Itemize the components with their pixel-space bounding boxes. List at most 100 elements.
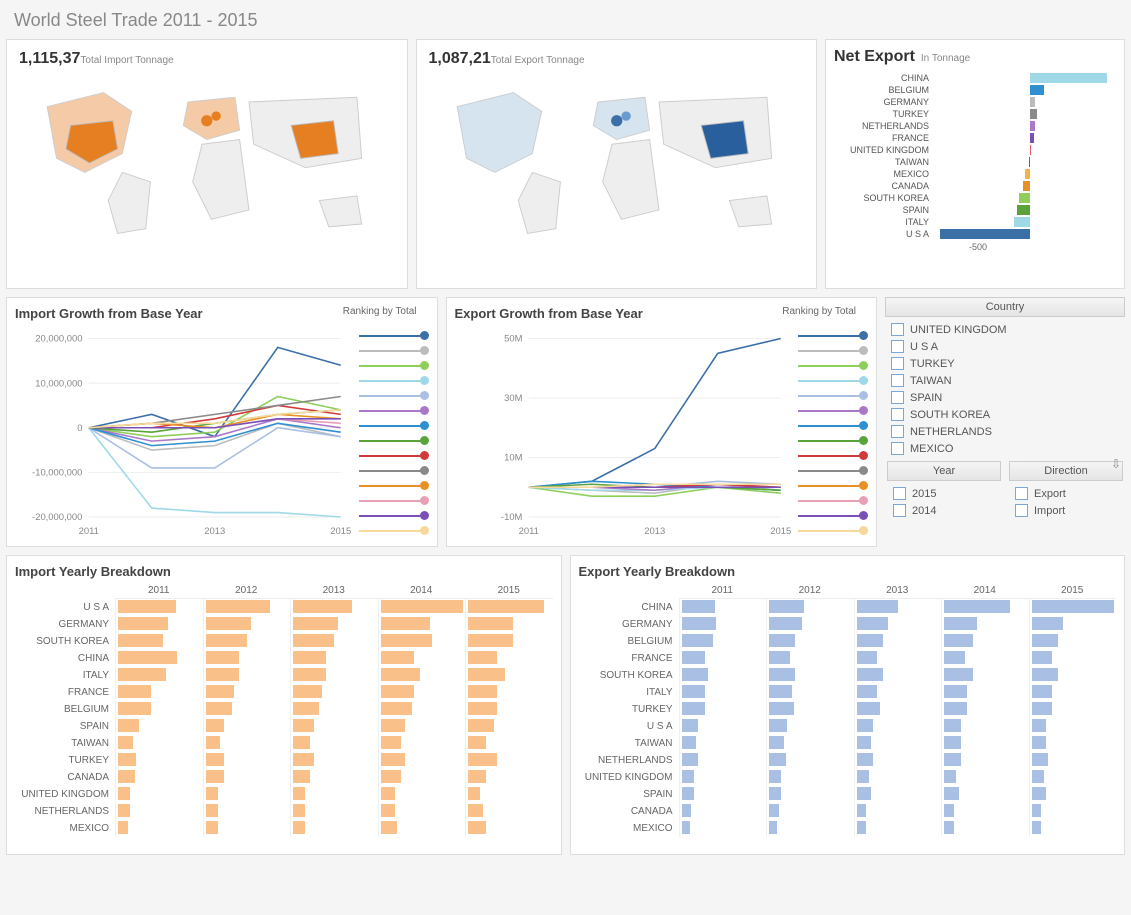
breakdown-bar[interactable] [682, 600, 715, 613]
breakdown-bar[interactable] [769, 804, 779, 817]
rank-legend-item[interactable] [798, 433, 868, 448]
breakdown-bar[interactable] [769, 753, 786, 766]
breakdown-bar[interactable] [118, 634, 163, 647]
checkbox-icon[interactable] [1015, 504, 1028, 517]
breakdown-bar[interactable] [293, 719, 314, 732]
breakdown-bar[interactable] [1032, 753, 1049, 766]
breakdown-bar[interactable] [118, 770, 135, 783]
rank-legend-item[interactable] [798, 343, 868, 358]
rank-legend-item[interactable] [798, 463, 868, 478]
net-bar[interactable] [1030, 73, 1107, 83]
rank-legend-item[interactable] [359, 358, 429, 373]
breakdown-bar[interactable] [769, 685, 792, 698]
breakdown-bar[interactable] [118, 685, 151, 698]
breakdown-bar[interactable] [206, 719, 224, 732]
breakdown-bar[interactable] [857, 668, 883, 681]
breakdown-bar[interactable] [769, 702, 794, 715]
export-growth-chart[interactable]: 50M30M10M-10M201120132015 [455, 328, 792, 538]
filter-country-item[interactable]: NETHERLANDS [891, 423, 1119, 440]
breakdown-bar[interactable] [682, 719, 699, 732]
rank-legend-item[interactable] [798, 373, 868, 388]
breakdown-bar[interactable] [118, 804, 130, 817]
filter-country-item[interactable]: SPAIN [891, 389, 1119, 406]
rank-legend-item[interactable] [359, 328, 429, 343]
breakdown-bar[interactable] [682, 668, 708, 681]
net-bar[interactable] [1030, 109, 1037, 119]
breakdown-bar[interactable] [293, 787, 305, 800]
breakdown-bar[interactable] [1032, 651, 1053, 664]
breakdown-bar[interactable] [293, 770, 310, 783]
breakdown-bar[interactable] [206, 668, 239, 681]
breakdown-bar[interactable] [468, 770, 486, 783]
breakdown-bar[interactable] [857, 651, 878, 664]
breakdown-bar[interactable] [381, 821, 398, 834]
breakdown-bar[interactable] [769, 600, 804, 613]
breakdown-bar[interactable] [682, 753, 699, 766]
rank-legend-item[interactable] [798, 403, 868, 418]
breakdown-bar[interactable] [769, 634, 795, 647]
breakdown-bar[interactable] [857, 617, 888, 630]
breakdown-bar[interactable] [206, 821, 218, 834]
breakdown-bar[interactable] [118, 821, 128, 834]
breakdown-bar[interactable] [857, 804, 867, 817]
breakdown-bar[interactable] [1032, 719, 1047, 732]
rank-legend-item[interactable] [798, 388, 868, 403]
breakdown-bar[interactable] [381, 787, 396, 800]
filter-country-item[interactable]: SOUTH KOREA [891, 406, 1119, 423]
breakdown-bar[interactable] [118, 719, 139, 732]
breakdown-bar[interactable] [682, 634, 713, 647]
breakdown-bar[interactable] [682, 651, 705, 664]
breakdown-bar[interactable] [293, 600, 352, 613]
rank-legend-item[interactable] [359, 523, 429, 538]
breakdown-bar[interactable] [1032, 804, 1042, 817]
breakdown-bar[interactable] [1032, 702, 1053, 715]
breakdown-bar[interactable] [857, 719, 874, 732]
net-bar[interactable] [940, 229, 1030, 239]
filter-country-item[interactable]: U S A [891, 338, 1119, 355]
net-bar[interactable] [1030, 85, 1044, 95]
rank-legend-item[interactable] [798, 418, 868, 433]
breakdown-bar[interactable] [1032, 668, 1058, 681]
net-bar[interactable] [1030, 133, 1034, 143]
filter-direction-item[interactable]: Export [1015, 485, 1117, 502]
breakdown-bar[interactable] [857, 685, 878, 698]
breakdown-bar[interactable] [857, 736, 872, 749]
breakdown-bar[interactable] [118, 787, 130, 800]
breakdown-bar[interactable] [118, 753, 136, 766]
net-bar[interactable] [1023, 181, 1030, 191]
breakdown-bar[interactable] [682, 736, 697, 749]
breakdown-bar[interactable] [944, 787, 959, 800]
checkbox-icon[interactable] [891, 374, 904, 387]
breakdown-bar[interactable] [944, 600, 1010, 613]
breakdown-bar[interactable] [468, 787, 480, 800]
breakdown-bar[interactable] [468, 617, 513, 630]
breakdown-bar[interactable] [293, 617, 338, 630]
filter-direction-item[interactable]: Import [1015, 502, 1117, 519]
breakdown-bar[interactable] [381, 685, 414, 698]
breakdown-bar[interactable] [381, 634, 432, 647]
breakdown-bar[interactable] [468, 651, 497, 664]
net-bar[interactable] [1014, 217, 1030, 227]
filter-year-item[interactable]: 2014 [893, 502, 995, 519]
breakdown-bar[interactable] [944, 736, 961, 749]
rank-legend-item[interactable] [359, 508, 429, 523]
checkbox-icon[interactable] [891, 442, 904, 455]
breakdown-bar[interactable] [381, 753, 406, 766]
scroll-down-icon[interactable]: ⇩ [1111, 457, 1121, 471]
checkbox-icon[interactable] [891, 323, 904, 336]
breakdown-bar[interactable] [1032, 600, 1115, 613]
breakdown-bar[interactable] [769, 770, 781, 783]
breakdown-bar[interactable] [381, 804, 396, 817]
breakdown-bar[interactable] [118, 617, 168, 630]
breakdown-bar[interactable] [118, 736, 133, 749]
breakdown-bar[interactable] [1032, 787, 1047, 800]
breakdown-bar[interactable] [682, 821, 690, 834]
breakdown-bar[interactable] [206, 804, 218, 817]
breakdown-bar[interactable] [682, 787, 694, 800]
breakdown-bar[interactable] [1032, 821, 1042, 834]
breakdown-bar[interactable] [293, 702, 319, 715]
breakdown-bar[interactable] [293, 651, 326, 664]
net-bar[interactable] [1017, 205, 1030, 215]
breakdown-bar[interactable] [381, 668, 421, 681]
breakdown-bar[interactable] [468, 702, 497, 715]
